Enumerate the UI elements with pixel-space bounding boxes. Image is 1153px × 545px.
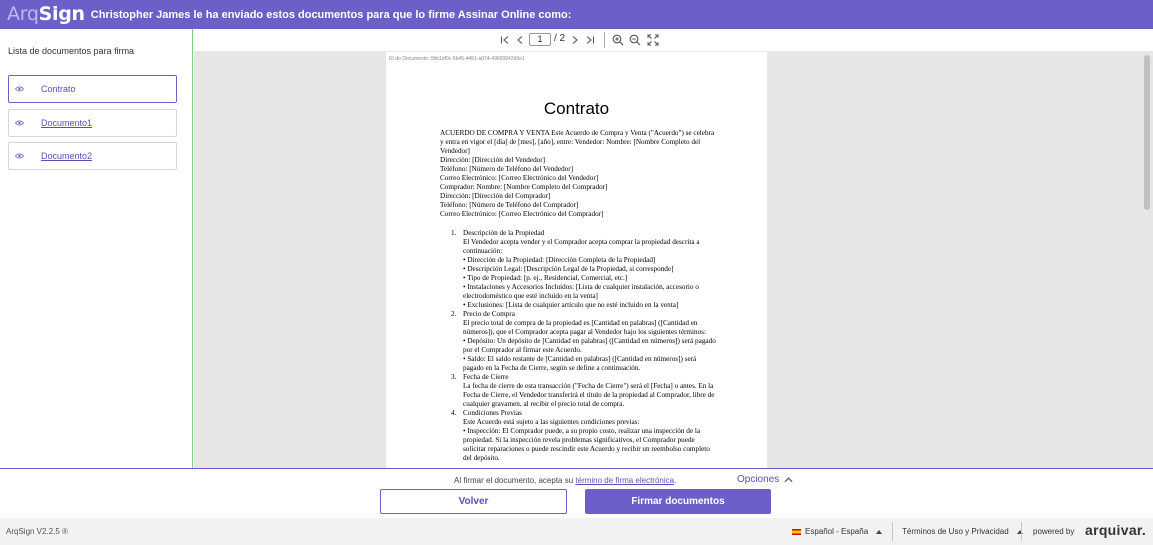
doc-section-number: 2.: [451, 310, 457, 318]
next-page-icon[interactable]: [570, 33, 580, 47]
options-label: Opciones: [737, 474, 780, 485]
esignature-terms-link[interactable]: término de firma electrónica: [575, 476, 674, 485]
doc-intro-line: Teléfono: [Número de Teléfono del Vended…: [440, 165, 574, 173]
logo-arq-text: Arq: [7, 3, 39, 25]
options-toggle[interactable]: Opciones: [737, 474, 793, 485]
doc-section: 4. Condiciones Previas Este Acuerdo está…: [451, 409, 716, 463]
document-title: Contrato: [543, 99, 610, 118]
eye-icon: [15, 120, 24, 126]
doc-intro-line: Teléfono: [Número de Teléfono del Compra…: [440, 201, 579, 209]
document-page: ID do Documento: 0bb1df0c-5b45-4451-a874…: [386, 52, 767, 469]
zoom-in-icon[interactable]: [612, 33, 624, 47]
doc-intro-line: Comprador: Nombre: [Nombre Completo del …: [440, 183, 608, 191]
doc-section-line: • Exclusiones: [Lista de cualquier artíc…: [463, 301, 679, 309]
acceptance-notice: Al firmar el documento, acepta su términ…: [454, 476, 676, 485]
app-header: ArqSign Christopher James le ha enviado …: [0, 0, 1153, 29]
doc-section-line: • Tipo de Propiedad: [p. ej., Residencia…: [463, 274, 628, 282]
zoom-out-icon[interactable]: [629, 33, 641, 47]
sidebar-item-label: Contrato: [41, 84, 76, 94]
chevron-up-icon: [784, 476, 793, 482]
language-label: Español - España: [805, 527, 869, 536]
logo-sign-text: Sign: [38, 3, 85, 25]
doc-section-line: • Depósito: Un depósito de [Cantidad en …: [463, 337, 716, 354]
doc-section: 1. Descripción de la Propiedad El Vended…: [451, 229, 716, 310]
doc-section-line: La fecha de cierre de esta transacción (…: [463, 382, 715, 408]
doc-section-line: Fecha de Cierre: [463, 373, 509, 381]
action-bar: Al firmar el documento, acepta su términ…: [0, 468, 1153, 518]
doc-section-line: • Dirección de la Propiedad: [Dirección …: [463, 256, 656, 264]
total-pages-label: / 2: [554, 33, 566, 44]
doc-intro-line: Dirección: [Dirección del Comprador]: [440, 192, 551, 200]
doc-section-line: Condiciones Previas: [463, 409, 522, 417]
doc-section-line: El precio total de compra de la propieda…: [463, 319, 706, 336]
powered-by-text: powered by: [1033, 527, 1075, 536]
footer-divider: [1021, 522, 1022, 541]
document-id: ID do Documento: 0bb1df0c-5b45-4451-a874…: [389, 56, 525, 62]
sidebar-item-documento2[interactable]: Documento2: [8, 142, 177, 170]
doc-intro-line: Dirección: [Dirección del Vendedor]: [440, 156, 546, 164]
first-page-icon[interactable]: [500, 33, 510, 47]
arqsign-logo: ArqSign: [7, 0, 85, 29]
viewer-scrollbar[interactable]: [1144, 55, 1150, 210]
sidebar-item-label: Documento1: [41, 118, 93, 128]
doc-section-line: Este Acuerdo está sujeto a las siguiente…: [463, 418, 640, 426]
acceptance-prefix: Al firmar el documento, acepta su: [454, 476, 576, 485]
doc-section-line: Precio de Compra: [463, 310, 515, 318]
spain-flag-icon: [792, 528, 801, 535]
caret-up-icon: [876, 529, 883, 534]
header-message: Christopher James le ha enviado estos do…: [90, 8, 572, 21]
page-number-input[interactable]: 1: [529, 33, 551, 46]
doc-section-number: 3.: [451, 373, 457, 381]
document-list-sidebar: Lista de documentos para firma Contrato …: [0, 29, 193, 469]
sidebar-title: Lista de documentos para firma: [8, 46, 135, 56]
doc-section-number: 4.: [451, 409, 457, 417]
arquivar-logo: arquivar.: [1085, 522, 1147, 538]
sidebar-item-documento1[interactable]: Documento1: [8, 109, 177, 137]
terms-selector[interactable]: Términos de Uso y Privacidad: [902, 527, 1023, 536]
doc-section-number: 1.: [451, 229, 457, 237]
doc-section-line: • Inspección: El Comprador puede, a su p…: [463, 427, 710, 462]
doc-section-line: El Vendedor acepta vender y el Comprador…: [463, 238, 700, 255]
language-selector[interactable]: Español - España: [792, 527, 883, 536]
doc-intro-line: Correo Electrónico: [Correo Electrónico …: [440, 174, 599, 182]
doc-section: 2. Precio de Compra El precio total de c…: [451, 310, 716, 373]
prev-page-icon[interactable]: [515, 33, 525, 47]
document-viewer: 1 / 2 ID do Documento: 0bb1df0c-5b45-445…: [194, 29, 1153, 469]
doc-section-line: • Descripción Legal: [Descripción Legal …: [463, 265, 674, 273]
toolbar-divider: [604, 32, 605, 48]
doc-intro-line: Correo Electrónico: [Correo Electrónico …: [440, 210, 604, 218]
acceptance-suffix: .: [674, 476, 677, 485]
doc-intro-line: ACUERDO DE COMPRA Y VENTA Este Acuerdo d…: [440, 129, 715, 155]
eye-icon: [15, 86, 24, 92]
doc-section-list: 1. Descripción de la Propiedad El Vended…: [440, 229, 716, 463]
app-footer: ArqSign V2.2.5 ® Español - España Términ…: [0, 518, 1153, 545]
sidebar-item-label: Documento2: [41, 151, 93, 161]
sidebar-item-contrato[interactable]: Contrato: [8, 75, 177, 103]
back-button[interactable]: Volver: [380, 489, 567, 514]
eye-icon: [15, 153, 24, 159]
document-body: ACUERDO DE COMPRA Y VENTA Este Acuerdo d…: [440, 129, 716, 463]
doc-section: 3. Fecha de Cierre La fecha de cierre de…: [451, 373, 716, 409]
app-version: ArqSign V2.2.5 ®: [6, 527, 68, 536]
fullscreen-icon[interactable]: [647, 33, 659, 47]
footer-divider: [892, 522, 893, 541]
viewer-toolbar: 1 / 2: [194, 29, 1153, 51]
doc-section-line: Descripción de la Propiedad: [463, 229, 545, 237]
sign-documents-button[interactable]: Firmar documentos: [585, 489, 771, 514]
doc-section-line: • Saldo: El saldo restante de [Cantidad …: [463, 355, 697, 372]
last-page-icon[interactable]: [585, 33, 595, 47]
terms-label: Términos de Uso y Privacidad: [902, 527, 1009, 536]
doc-section-line: • Instalaciones y Accesorios Incluidos: …: [463, 283, 699, 300]
